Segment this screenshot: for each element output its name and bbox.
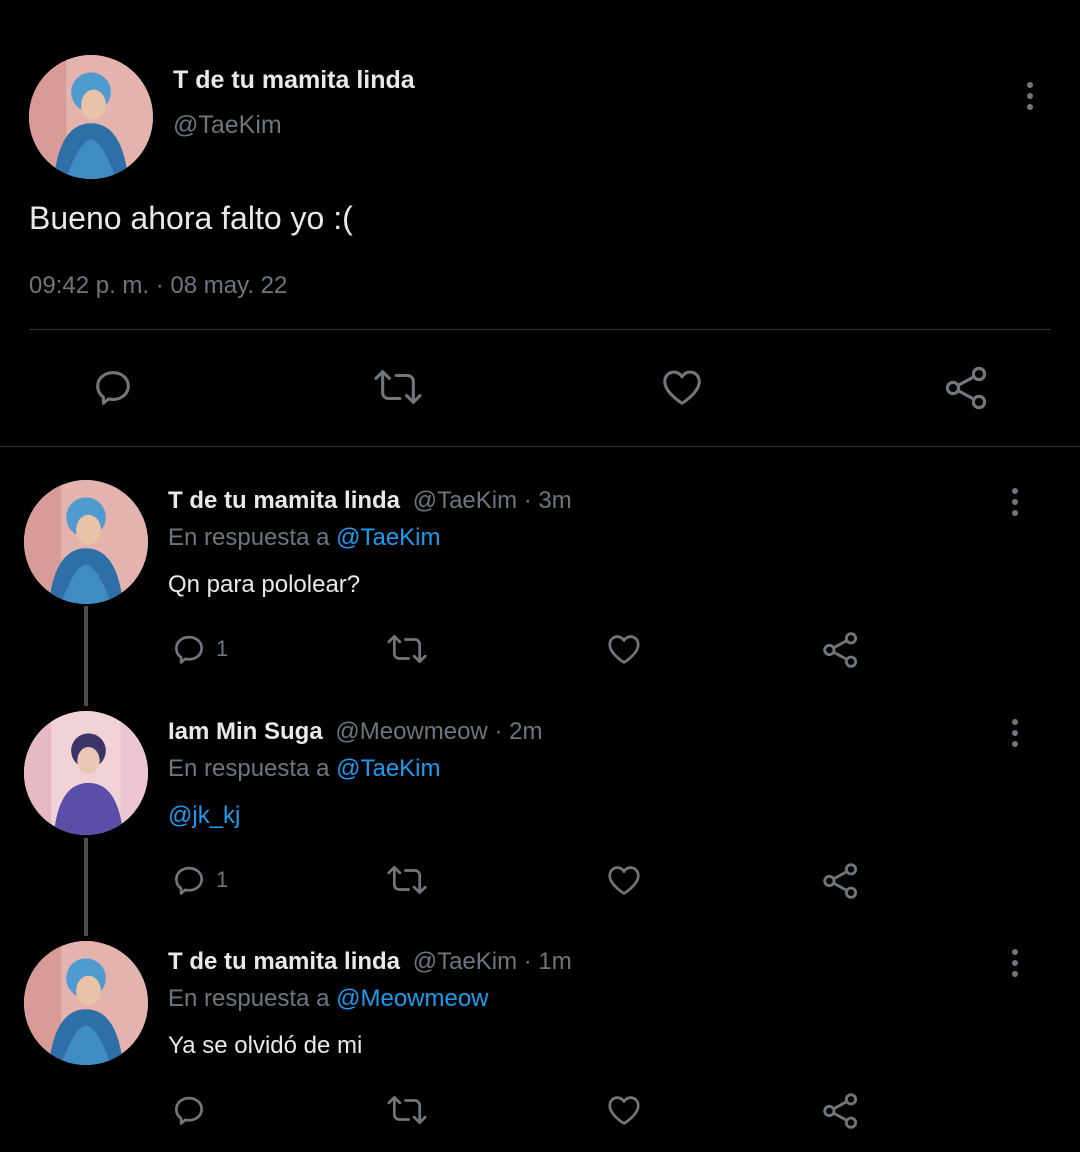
retweet-icon — [387, 1095, 427, 1125]
reply-button[interactable] — [170, 1091, 216, 1129]
main-tweet: T de tu mamita linda @TaeKim Bueno ahora… — [0, 0, 1080, 446]
reply-header: Iam Min Suga @Meowmeow · 2m — [168, 718, 542, 746]
share-icon — [945, 366, 987, 410]
reply-time: · 1m — [523, 948, 572, 975]
like-icon — [608, 1096, 640, 1125]
avatar[interactable] — [24, 941, 148, 1065]
reply-text: Ya se olvidó de mi — [168, 1032, 363, 1059]
reply-icon — [174, 866, 204, 895]
reply-count: 1 — [216, 636, 229, 661]
display-name[interactable]: T de tu mamita linda — [168, 487, 400, 514]
reply-header: T de tu mamita linda @TaeKim · 3m — [168, 487, 572, 515]
user-handle[interactable]: @TaeKim — [413, 948, 517, 975]
display-name[interactable]: Iam Min Suga — [168, 718, 323, 745]
section-divider — [0, 446, 1080, 447]
avatar-image — [24, 480, 148, 604]
reply-prefix: En respuesta a — [168, 985, 330, 1012]
divider — [29, 329, 1051, 330]
tweet-text: Bueno ahora falto yo :( — [29, 200, 353, 236]
like-button[interactable] — [604, 861, 644, 899]
user-handle[interactable]: @TaeKim — [173, 111, 282, 140]
avatar[interactable] — [29, 55, 153, 179]
more-options-icon[interactable] — [1009, 719, 1021, 752]
reply-button[interactable] — [90, 364, 136, 410]
reply-button[interactable]: 1 — [170, 861, 228, 899]
more-options-icon[interactable] — [1024, 82, 1036, 115]
reply-context: En respuesta a @TaeKim — [168, 755, 441, 783]
reply-context: En respuesta a @TaeKim — [168, 524, 441, 552]
retweet-icon — [374, 370, 422, 404]
avatar-image — [24, 711, 148, 835]
like-icon — [663, 370, 701, 405]
avatar-image — [24, 941, 148, 1065]
like-button[interactable] — [658, 364, 706, 410]
share-button[interactable] — [943, 364, 991, 412]
retweet-icon — [387, 634, 427, 664]
mention-link[interactable]: @TaeKim — [336, 755, 440, 782]
avatar-image — [29, 55, 153, 179]
retweet-button[interactable] — [370, 364, 426, 410]
retweet-button[interactable] — [384, 630, 430, 668]
reply-text-mention[interactable]: @jk_kj — [168, 802, 240, 830]
display-name[interactable]: T de tu mamita linda — [173, 66, 415, 95]
like-icon — [608, 866, 640, 895]
thread-line — [84, 838, 88, 936]
reply-icon — [174, 1096, 204, 1125]
mention-link[interactable]: @TaeKim — [336, 524, 440, 551]
retweet-button[interactable] — [384, 861, 430, 899]
user-handle[interactable]: @TaeKim — [413, 487, 517, 514]
reply-time: · 3m — [523, 487, 572, 514]
reply-count: 1 — [216, 867, 229, 892]
share-icon — [823, 863, 858, 899]
retweet-button[interactable] — [384, 1091, 430, 1129]
reply-text: Qn para pololear? — [168, 571, 361, 598]
avatar[interactable] — [24, 480, 148, 604]
avatar[interactable] — [24, 711, 148, 835]
thread-line — [84, 606, 88, 706]
share-icon — [823, 1093, 858, 1129]
more-options-icon[interactable] — [1009, 949, 1021, 982]
like-button[interactable] — [604, 1091, 644, 1129]
mention-link[interactable]: @Meowmeow — [336, 985, 488, 1012]
reply-prefix: En respuesta a — [168, 755, 330, 782]
share-icon — [823, 632, 858, 668]
reply-prefix: En respuesta a — [168, 524, 330, 551]
share-button[interactable] — [821, 630, 861, 670]
like-button[interactable] — [604, 630, 644, 668]
reply-button[interactable]: 1 — [170, 630, 228, 668]
reply-icon — [96, 371, 130, 405]
tweet-timestamp: 09:42 p. m. · 08 may. 22 — [29, 272, 288, 299]
display-name[interactable]: T de tu mamita linda — [168, 948, 400, 975]
more-options-icon[interactable] — [1009, 488, 1021, 521]
retweet-icon — [387, 865, 427, 895]
user-handle[interactable]: @Meowmeow — [335, 718, 487, 745]
reply-icon — [174, 635, 204, 664]
like-icon — [608, 635, 640, 664]
share-button[interactable] — [821, 861, 861, 901]
reply-header: T de tu mamita linda @TaeKim · 1m — [168, 948, 572, 976]
reply-context: En respuesta a @Meowmeow — [168, 985, 489, 1013]
share-button[interactable] — [821, 1091, 861, 1131]
reply-time: · 2m — [494, 718, 543, 745]
